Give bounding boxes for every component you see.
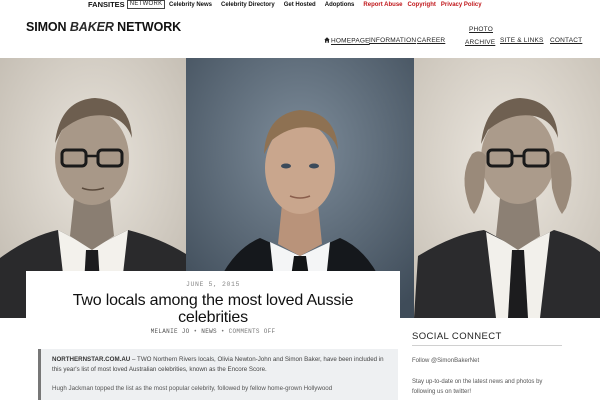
- excerpt-paragraph-1: NORTHERNSTAR.COM.AU – TWO Northern River…: [52, 355, 388, 374]
- excerpt-source[interactable]: NORTHERNSTAR.COM.AU: [52, 356, 130, 363]
- article-excerpt: NORTHERNSTAR.COM.AU – TWO Northern River…: [38, 349, 398, 400]
- article-category[interactable]: NEWS: [201, 328, 217, 335]
- sidebar-title: SOCIAL CONNECT: [412, 331, 502, 342]
- article-date: JUNE 5, 2015: [185, 281, 240, 288]
- article-card: JUNE 5, 2015 Two locals among the most l…: [26, 271, 400, 400]
- home-icon: [324, 37, 330, 43]
- nav-photo-line1: PHOTO: [469, 26, 493, 33]
- link-copyright[interactable]: Copyright: [408, 1, 436, 9]
- logo-text-baker: BAKER: [69, 20, 114, 34]
- nav-site-links[interactable]: SITE & LINKS: [500, 37, 544, 44]
- link-report-abuse[interactable]: Report Abuse: [363, 1, 402, 9]
- sidebar-divider: [412, 345, 562, 346]
- fansites-network-logo[interactable]: FANSITES NETWORK: [88, 0, 166, 9]
- fansites-topbar: FANSITES NETWORK Celebrity News Celebrit…: [0, 0, 600, 10]
- link-adoptions[interactable]: Adoptions: [325, 1, 355, 9]
- logo-text-simon: SIMON: [26, 20, 70, 34]
- nav-career[interactable]: CAREER: [417, 37, 445, 44]
- meta-separator: •: [220, 328, 225, 335]
- hero-photo-right: [414, 58, 600, 318]
- site-header: SIMON BAKER NETWORK HOMEPAGE INFORMATION…: [0, 10, 600, 58]
- nav-contact[interactable]: CONTACT: [550, 37, 582, 44]
- link-celebrity-news[interactable]: Celebrity News: [169, 1, 212, 9]
- sidebar-description: Stay up-to-date on the latest news and p…: [412, 379, 543, 395]
- logo-text-network: NETWORK: [113, 20, 182, 34]
- article-comments: COMMENTS OFF: [228, 328, 276, 335]
- link-privacy-policy[interactable]: Privacy Policy: [441, 1, 482, 9]
- article-author[interactable]: MELANIE JO: [151, 328, 190, 335]
- nav-homepage[interactable]: HOMEPAGE: [324, 37, 370, 45]
- nav-photo-line2: ARCHIVE: [465, 39, 496, 46]
- link-celebrity-directory[interactable]: Celebrity Directory: [221, 1, 275, 9]
- site-logo[interactable]: SIMON BAKER NETWORK: [26, 20, 181, 34]
- nav-photo-archive[interactable]: PHOTO ARCHIVE: [465, 24, 495, 49]
- meta-separator: •: [193, 328, 198, 335]
- link-get-hosted[interactable]: Get Hosted: [284, 1, 316, 9]
- fansites-word: FANSITES: [88, 0, 125, 9]
- article-meta: MELANIE JO • NEWS • COMMENTS OFF: [26, 328, 400, 335]
- excerpt-paragraph-2: Hugh Jackman topped the list as the most…: [52, 385, 333, 393]
- nav-homepage-label: HOMEPAGE: [331, 37, 370, 45]
- article-title[interactable]: Two locals among the most loved Aussie c…: [46, 292, 380, 326]
- network-word: NETWORK: [126, 0, 166, 9]
- topbar-links: Celebrity News Celebrity Directory Get H…: [169, 1, 487, 9]
- twitter-follow-link[interactable]: Follow @SimonBakerNet: [412, 358, 479, 364]
- nav-information[interactable]: INFORMATION: [369, 37, 416, 44]
- sidebar-social-connect: SOCIAL CONNECT Follow @SimonBakerNet Sta…: [400, 318, 600, 400]
